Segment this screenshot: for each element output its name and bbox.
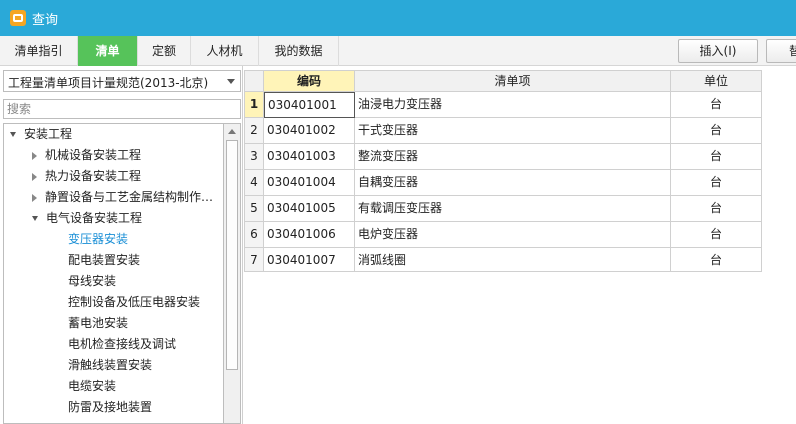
row-number: 3 xyxy=(244,144,264,170)
row-number: 6 xyxy=(244,222,264,248)
item-name-cell[interactable]: 油浸电力变压器 xyxy=(355,92,671,118)
tree-leaf-lightning-grounding[interactable]: 防雷及接地装置 xyxy=(68,397,152,418)
replace-button[interactable]: 替 xyxy=(766,39,796,63)
query-window: 查询 清单指引 清单 定额 人材机 我的数据 插入(I) 替 工程量清单项目计量… xyxy=(0,0,796,424)
tab-strip: 清单指引 清单 定额 人材机 我的数据 插入(I) 替 xyxy=(0,36,796,66)
chevron-down-icon xyxy=(227,79,235,84)
code-cell[interactable]: 030401005 xyxy=(264,196,355,222)
code-cell[interactable]: 030401002 xyxy=(264,118,355,144)
tree-leaf-trolley-line[interactable]: 滑触线装置安装 xyxy=(68,355,152,376)
tree-leaf-busbar[interactable]: 母线安装 xyxy=(68,271,116,292)
window-title: 查询 xyxy=(32,12,59,28)
unit-cell[interactable]: 台 xyxy=(671,248,762,272)
column-header-code[interactable]: 编码 xyxy=(264,70,355,92)
unit-cell[interactable]: 台 xyxy=(671,196,762,222)
left-panel: 工程量清单项目计量规范(2013-北京) 安装工程 机械设备安装工程 热力设备安… xyxy=(0,66,243,424)
tree-leaf-distribution[interactable]: 配电装置安装 xyxy=(68,250,140,271)
search-input[interactable] xyxy=(3,99,241,119)
tree-node-mechanical-equipment[interactable]: 机械设备安装工程 xyxy=(32,145,141,166)
code-cell[interactable]: 030401007 xyxy=(264,248,355,272)
spec-select[interactable]: 工程量清单项目计量规范(2013-北京) xyxy=(3,70,241,92)
item-name-cell[interactable]: 电炉变压器 xyxy=(355,222,671,248)
title-bar: 查询 xyxy=(0,0,796,36)
row-number: 7 xyxy=(244,248,264,272)
tab-bill-guide[interactable]: 清单指引 xyxy=(0,36,78,66)
collapse-arrow-icon xyxy=(32,151,37,160)
unit-cell[interactable]: 台 xyxy=(671,170,762,196)
tree-leaf-battery[interactable]: 蓄电池安装 xyxy=(68,313,128,334)
item-name-cell[interactable]: 自耦变压器 xyxy=(355,170,671,196)
code-cell[interactable]: 030401006 xyxy=(264,222,355,248)
column-header-unit[interactable]: 单位 xyxy=(671,70,762,92)
collapse-arrow-icon xyxy=(32,172,37,181)
tree-leaf-transformer[interactable]: 变压器安装 xyxy=(68,229,128,250)
tree-leaf-motor-check[interactable]: 电机检查接线及调试 xyxy=(68,334,176,355)
collapse-arrow-icon xyxy=(32,193,37,202)
tab-bill[interactable]: 清单 xyxy=(78,36,138,66)
column-header-item[interactable]: 清单项 xyxy=(355,70,671,92)
scroll-up-arrow-icon[interactable] xyxy=(228,129,236,134)
row-number: 5 xyxy=(244,196,264,222)
scroll-thumb[interactable] xyxy=(226,140,238,370)
code-cell[interactable]: 030401003 xyxy=(264,144,355,170)
tree-scrollbar[interactable] xyxy=(223,123,241,424)
tree-node-install-engineering[interactable]: 安装工程 xyxy=(10,124,72,145)
code-cell[interactable]: 030401004 xyxy=(264,170,355,196)
tree-leaf-cable[interactable]: 电缆安装 xyxy=(68,376,116,397)
expand-arrow-icon xyxy=(32,216,38,221)
tree-node-electrical-equipment[interactable]: 电气设备安装工程 xyxy=(32,208,142,229)
item-name-cell[interactable]: 整流变压器 xyxy=(355,144,671,170)
tree-node-thermal-equipment[interactable]: 热力设备安装工程 xyxy=(32,166,141,187)
tab-labor-material-machine[interactable]: 人材机 xyxy=(191,36,259,66)
category-tree: 安装工程 机械设备安装工程 热力设备安装工程 静置设备与工艺金属结构制作… 电气… xyxy=(3,123,223,424)
row-number: 4 xyxy=(244,170,264,196)
tab-quota[interactable]: 定额 xyxy=(138,36,191,66)
row-number: 2 xyxy=(244,118,264,144)
item-name-cell[interactable]: 有载调压变压器 xyxy=(355,196,671,222)
tree-node-static-equipment[interactable]: 静置设备与工艺金属结构制作… xyxy=(32,187,213,208)
unit-cell[interactable]: 台 xyxy=(671,118,762,144)
unit-cell[interactable]: 台 xyxy=(671,144,762,170)
tab-my-data[interactable]: 我的数据 xyxy=(259,36,339,66)
unit-cell[interactable]: 台 xyxy=(671,92,762,118)
row-number: 1 xyxy=(244,92,264,118)
query-app-icon xyxy=(10,10,26,26)
expand-arrow-icon xyxy=(10,132,16,137)
unit-cell[interactable]: 台 xyxy=(671,222,762,248)
corner-cell xyxy=(244,70,264,92)
item-name-cell[interactable]: 干式变压器 xyxy=(355,118,671,144)
bill-items-table: 编码 清单项 单位 1 030401001 油浸电力变压器 台 2 030401… xyxy=(244,70,762,272)
insert-button[interactable]: 插入(I) xyxy=(678,39,758,63)
code-cell[interactable]: 030401001 xyxy=(264,92,355,118)
item-name-cell[interactable]: 消弧线圈 xyxy=(355,248,671,272)
tree-leaf-control-devices[interactable]: 控制设备及低压电器安装 xyxy=(68,292,200,313)
spec-select-value: 工程量清单项目计量规范(2013-北京) xyxy=(8,76,209,90)
